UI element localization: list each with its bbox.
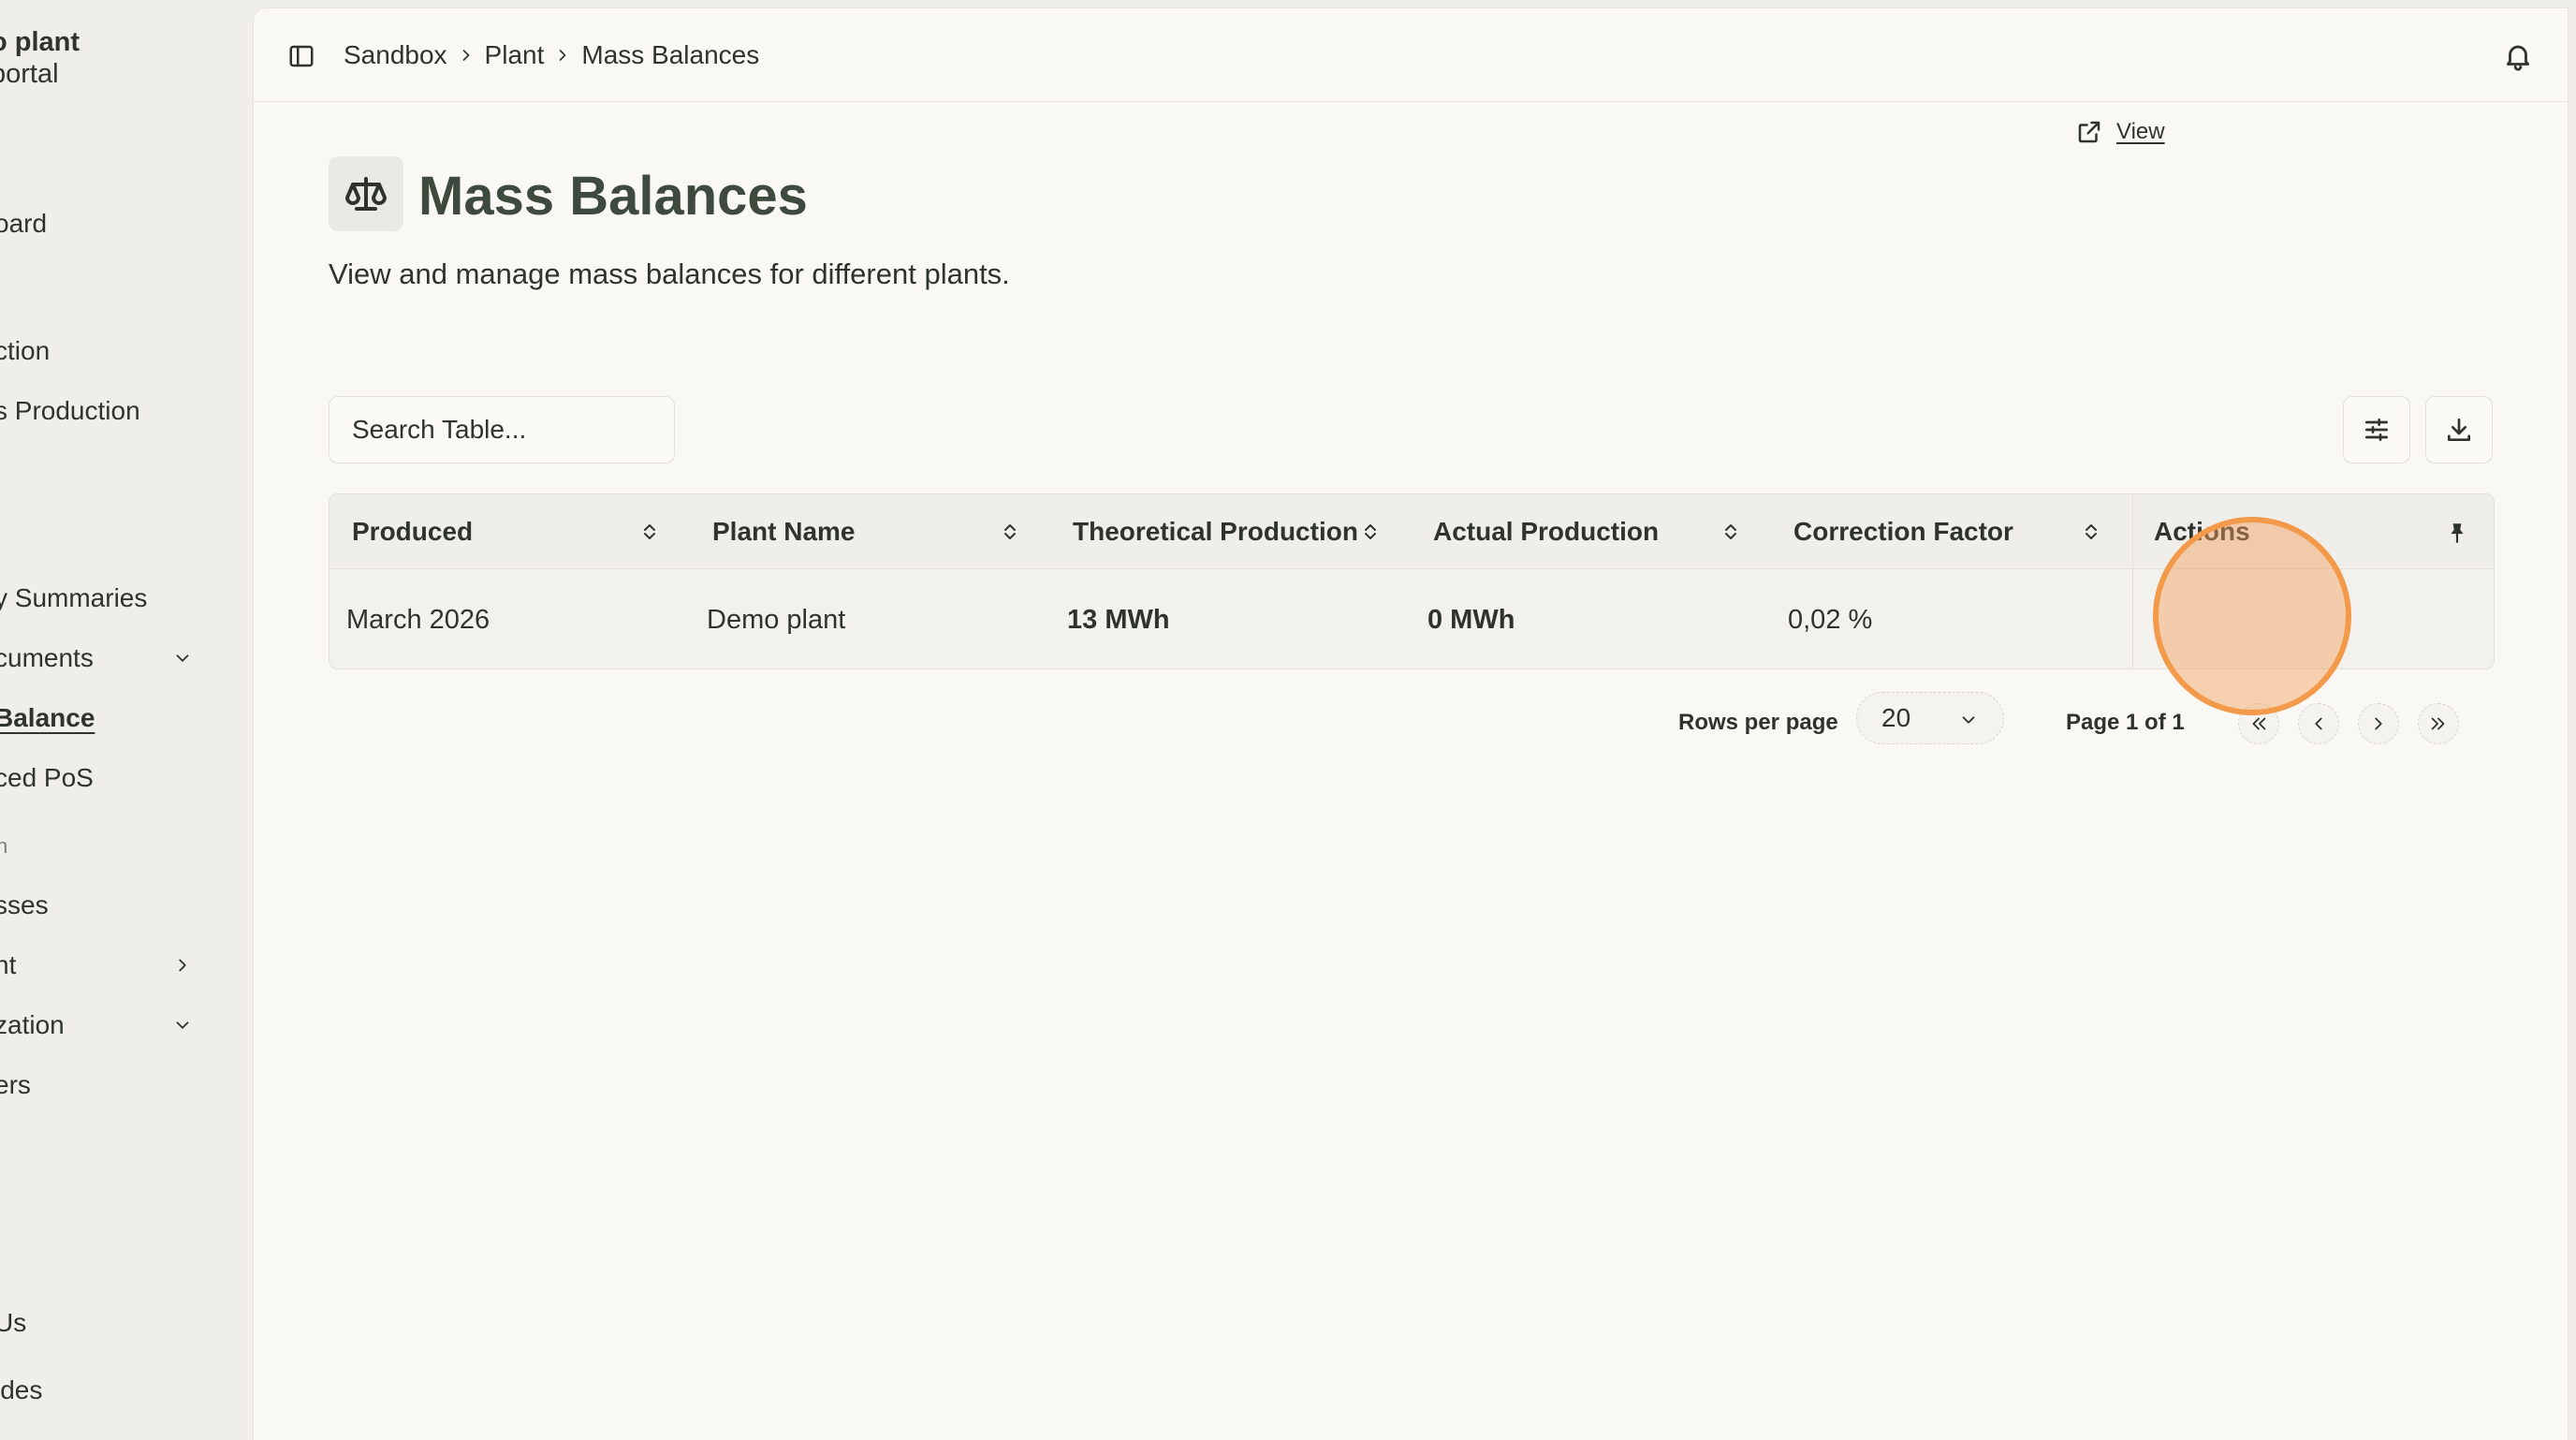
sidebar-item-users[interactable]: ers xyxy=(0,1069,31,1101)
page-title: Mass Balances xyxy=(418,166,808,227)
mass-balances-table: Produced Plant Name Theoretical Producti… xyxy=(329,493,2495,669)
sidebar-item-plant[interactable]: nt xyxy=(0,949,16,981)
brand-subtitle: portal xyxy=(0,59,59,89)
column-actual-production[interactable]: Actual Production xyxy=(1433,494,1659,569)
breadcrumb-sandbox[interactable]: Sandbox xyxy=(344,37,447,74)
search-input[interactable] xyxy=(329,396,675,463)
chevron-right-icon xyxy=(447,46,485,65)
first-page-button[interactable] xyxy=(2238,703,2279,744)
cell-theoretical-production: 13 MWh xyxy=(1067,604,1170,635)
next-page-button[interactable] xyxy=(2358,703,2399,744)
breadcrumb: Sandbox Plant Mass Balances xyxy=(344,37,759,74)
sliders-icon xyxy=(2365,419,2388,441)
sort-icon[interactable] xyxy=(1359,521,1382,543)
sort-icon[interactable] xyxy=(638,521,661,543)
column-correction-factor[interactable]: Correction Factor xyxy=(1793,494,2013,569)
download-button[interactable] xyxy=(2425,396,2493,463)
page-info: Page 1 of 1 xyxy=(2066,710,2185,735)
sidebar-section-label: n xyxy=(0,834,8,858)
chevron-down-icon xyxy=(1962,716,1975,724)
sidebar-toggle-icon[interactable] xyxy=(287,42,315,70)
top-bar: Sandbox Plant Mass Balances xyxy=(254,8,2568,102)
sidebar-item-mass-balance[interactable]: Balance xyxy=(0,702,95,734)
column-theoretical-production[interactable]: Theoretical Production xyxy=(1073,494,1358,569)
sort-icon[interactable] xyxy=(1720,521,1742,543)
sort-icon[interactable] xyxy=(2080,521,2102,543)
chevron-down-icon[interactable] xyxy=(172,648,193,669)
column-produced[interactable]: Produced xyxy=(352,494,473,569)
brand[interactable]: o plant portal xyxy=(0,26,80,90)
breadcrumb-plant[interactable]: Plant xyxy=(485,37,545,74)
sidebar-item-processes[interactable]: sses xyxy=(0,889,49,921)
chevron-right-icon xyxy=(2375,717,2382,730)
scale-icon xyxy=(329,156,403,231)
column-plant-name[interactable]: Plant Name xyxy=(712,494,856,569)
rows-per-page-select[interactable]: 20 xyxy=(1856,692,2004,744)
sidebar-item-contact[interactable]: Us xyxy=(0,1307,26,1339)
view-button[interactable]: View xyxy=(2075,118,2165,146)
main-panel: Sandbox Plant Mass Balances Mass Balance… xyxy=(253,7,2569,1440)
view-label[interactable]: View xyxy=(2116,119,2165,145)
sidebar-item-process-production[interactable]: s Production xyxy=(0,395,140,427)
breadcrumb-mass-balances: Mass Balances xyxy=(581,40,760,69)
chevron-right-icon xyxy=(544,46,581,65)
rows-per-page-label: Rows per page xyxy=(1678,710,1838,735)
sidebar-item-guides[interactable]: ides xyxy=(0,1374,42,1406)
sidebar: o plant portal oard ction s Production y… xyxy=(0,0,253,1440)
sidebar-item-pos[interactable]: ced PoS xyxy=(0,762,94,794)
sidebar-item-production[interactable]: ction xyxy=(0,335,50,367)
chevrons-left-icon xyxy=(2252,717,2266,730)
download-icon xyxy=(2448,419,2470,441)
chevron-left-icon xyxy=(2315,717,2322,730)
sidebar-item-dashboard[interactable]: oard xyxy=(0,208,47,240)
bell-icon[interactable] xyxy=(2502,40,2534,72)
last-page-button[interactable] xyxy=(2418,703,2459,744)
cell-correction-factor: 0,02 % xyxy=(1788,604,1873,635)
external-link-icon xyxy=(2078,121,2100,143)
cell-actual-production: 0 MWh xyxy=(1427,604,1515,635)
chevron-down-icon[interactable] xyxy=(172,1015,193,1036)
actions-column xyxy=(2132,494,2494,669)
chevron-right-icon[interactable] xyxy=(172,955,193,976)
cell-plant-name: Demo plant xyxy=(707,604,846,635)
sidebar-item-documents[interactable]: cuments xyxy=(0,642,94,674)
page-subtitle: View and manage mass balances for differ… xyxy=(329,257,1010,290)
column-settings-button[interactable] xyxy=(2343,396,2410,463)
rows-per-page-value: 20 xyxy=(1881,703,1911,732)
sidebar-item-organization[interactable]: zation xyxy=(0,1009,65,1041)
sort-icon[interactable] xyxy=(999,521,1021,543)
chevrons-right-icon xyxy=(2431,717,2445,730)
sidebar-item-summaries[interactable]: y Summaries xyxy=(0,582,147,614)
previous-page-button[interactable] xyxy=(2298,703,2339,744)
brand-name: o plant xyxy=(0,27,80,57)
cell-produced: March 2026 xyxy=(346,604,490,635)
